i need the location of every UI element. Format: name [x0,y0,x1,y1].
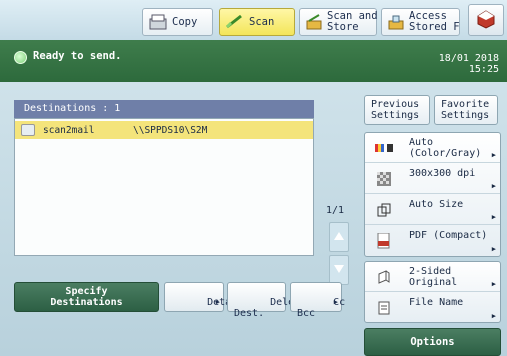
resolution-label: 300x300 dpi [409,168,476,179]
delete-destination-button[interactable]: Delete Dest. [227,282,306,319]
arrow-right-icon: ▶ [491,151,496,159]
scan-icon [224,12,246,32]
status-bar: Ready to send. 18/01 2018 15:25 [0,40,507,82]
file-name-setting[interactable]: File Name ▶ [365,293,500,323]
destinations-list: scan2mail \\SPPDS10\S2M [14,118,314,256]
two-sided-label: 2-Sided Original [409,266,458,288]
scan-size-icon [375,203,393,217]
arrow-right-icon: ▶ [491,280,496,288]
options-button[interactable]: Options [364,328,501,356]
arrow-down-icon [334,264,344,276]
destination-row[interactable]: scan2mail \\SPPDS10\S2M [15,121,313,139]
scroll-up-button[interactable] [329,222,349,252]
file-format-setting[interactable]: PDF (Compact) ▶ [365,226,500,256]
copy-icon [147,12,169,32]
favorite-settings-label: Favorite Settings [441,99,490,121]
tab-access-stored-files[interactable]: Access Stored F [381,8,460,36]
file-name-label: File Name [409,297,464,308]
resolution-setting[interactable]: 300x300 dpi ▶ [365,164,500,194]
color-mode-setting[interactable]: Auto (Color/Gray) ▶ [365,133,500,163]
arrow-up-icon [334,231,344,243]
scan-main-panel: Destinations : 1 scan2mail \\SPPDS10\S2M… [0,82,507,356]
specify-destinations-button[interactable]: Specify Destinations [14,282,159,312]
file-name-icon [375,301,393,315]
scan-size-setting[interactable]: Auto Size ▶ [365,195,500,225]
destinations-header: Destinations : 1 [14,100,314,118]
previous-settings-label: Previous Settings [371,99,420,121]
scan-store-icon [304,12,324,32]
destinations-panel: Destinations : 1 scan2mail \\SPPDS10\S2M… [14,100,349,285]
function-tab-bar: Copy Scan Scan and Store Access Stored F [0,0,507,40]
scan-size-label: Auto Size [409,199,464,210]
scan-settings-group: Auto (Color/Gray) ▶ 300x300 dpi ▶ Auto S… [364,132,501,257]
file-format-label: PDF (Compact) [409,230,488,241]
home-button[interactable] [468,4,504,36]
favorite-settings-button[interactable]: Favorite Settings [434,95,498,125]
resolution-icon [375,172,393,186]
arrow-right-icon: ▶ [491,245,496,253]
color-mode-icon [375,141,393,155]
arrow-right-icon: ▶ [491,182,496,190]
color-mode-label: Auto (Color/Gray) [409,137,482,159]
two-sided-setting[interactable]: 2-Sided Original ▶ [365,262,500,292]
destination-path: \\SPPDS10\S2M [133,124,208,136]
tab-copy[interactable]: Copy [142,8,213,36]
tab-access-stored-files-label: Access Stored F [409,10,460,33]
arrow-right-icon: ▶ [333,298,338,306]
tab-scan-label: Scan [249,15,275,28]
cc-bcc-button[interactable]: Cc Bcc ▶ [290,282,345,319]
arrow-right-icon: ▶ [215,298,220,306]
extra-settings-group: 2-Sided Original ▶ File Name ▶ [364,261,501,323]
arrow-right-icon: ▶ [491,213,496,221]
scroll-down-button[interactable] [329,255,349,285]
status-datetime: 18/01 2018 15:25 [438,53,499,75]
tab-scan-and-store[interactable]: Scan and Store [299,8,378,36]
previous-settings-button[interactable]: Previous Settings [364,95,430,125]
pdf-icon [375,233,393,249]
tab-scan[interactable]: Scan [219,8,295,36]
details-button[interactable]: Details ▶ [164,282,249,312]
tab-copy-label: Copy [172,15,198,28]
status-message: Ready to send. [33,50,122,62]
home-icon [476,9,496,32]
access-stored-icon [386,12,406,32]
destination-name: scan2mail [43,124,95,136]
two-sided-icon [375,270,393,284]
arrow-right-icon: ▶ [491,312,496,320]
page-indicator: 1/1 [325,205,345,216]
tab-scan-and-store-label: Scan and Store [327,10,378,33]
folder-icon [21,124,35,136]
ready-status-icon [14,51,27,64]
